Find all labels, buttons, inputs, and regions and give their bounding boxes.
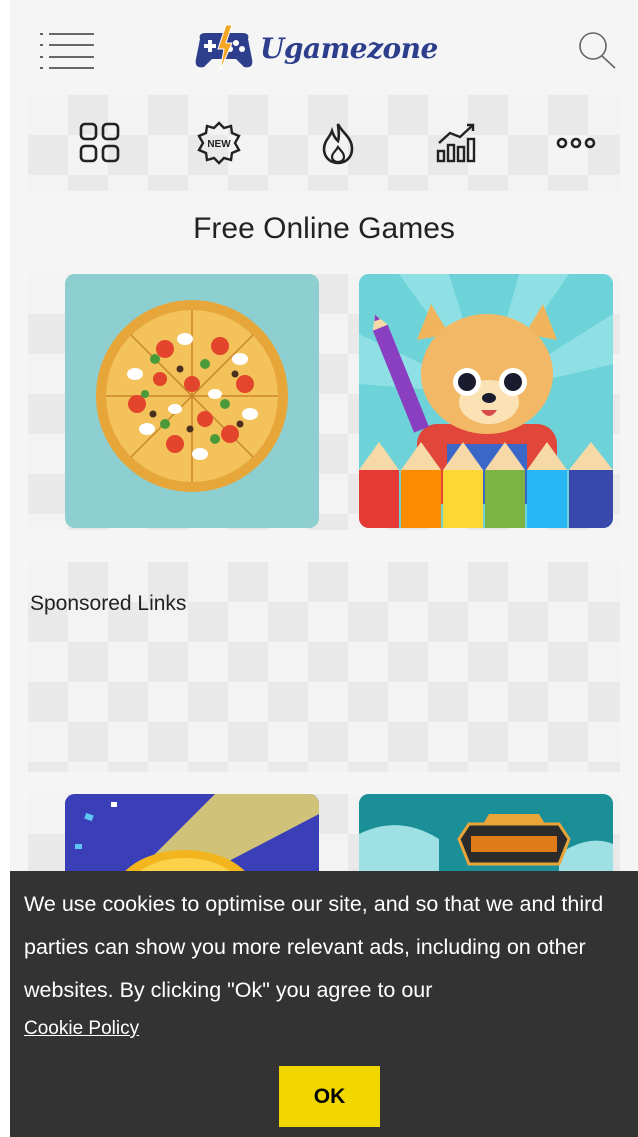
sponsored-label: Sponsored Links: [30, 592, 187, 615]
chart-icon: [436, 123, 476, 163]
nav-item-hot-games[interactable]: [310, 115, 366, 171]
category-nav: NEW: [28, 95, 620, 191]
header: Ugamezone: [10, 0, 638, 95]
nav-item-more[interactable]: [548, 115, 604, 171]
games-grid: [28, 274, 620, 530]
nav-item-top-games[interactable]: [429, 115, 485, 171]
svg-text:NEW: NEW: [207, 139, 231, 150]
nav-item-new-games[interactable]: NEW: [191, 115, 247, 171]
gamepad-logo-icon: [195, 24, 253, 72]
sponsored-links: Sponsored Links: [28, 562, 620, 772]
more-dots-icon: [556, 137, 596, 149]
cookie-policy-link[interactable]: Cookie Policy: [24, 1018, 139, 1040]
page-title: Free Online Games: [193, 212, 455, 245]
pizza-thumbnail: [96, 300, 288, 492]
game-card-pizza[interactable]: [65, 274, 319, 528]
nav-item-all-games[interactable]: [72, 115, 128, 171]
grid-icon: [79, 122, 120, 163]
search-button[interactable]: [575, 28, 619, 72]
site-logo[interactable]: Ugamezone: [192, 18, 438, 78]
game-card-coloring[interactable]: [359, 274, 613, 528]
cookie-ok-button[interactable]: OK: [279, 1066, 380, 1127]
flame-icon: [322, 123, 354, 165]
coloring-thumbnail: [359, 274, 613, 528]
menu-button[interactable]: [38, 30, 96, 72]
hamburger-menu-icon: [40, 33, 94, 69]
new-badge-icon: NEW: [197, 121, 241, 165]
logo-text: Ugamezone: [260, 31, 438, 65]
cookie-message: We use cookies to optimise our site, and…: [24, 892, 604, 1002]
page: Ugamezone NEW Free Online Games Sponsore…: [10, 0, 638, 1137]
search-icon: [579, 32, 616, 69]
cookie-banner: We use cookies to optimise our site, and…: [10, 871, 638, 1137]
